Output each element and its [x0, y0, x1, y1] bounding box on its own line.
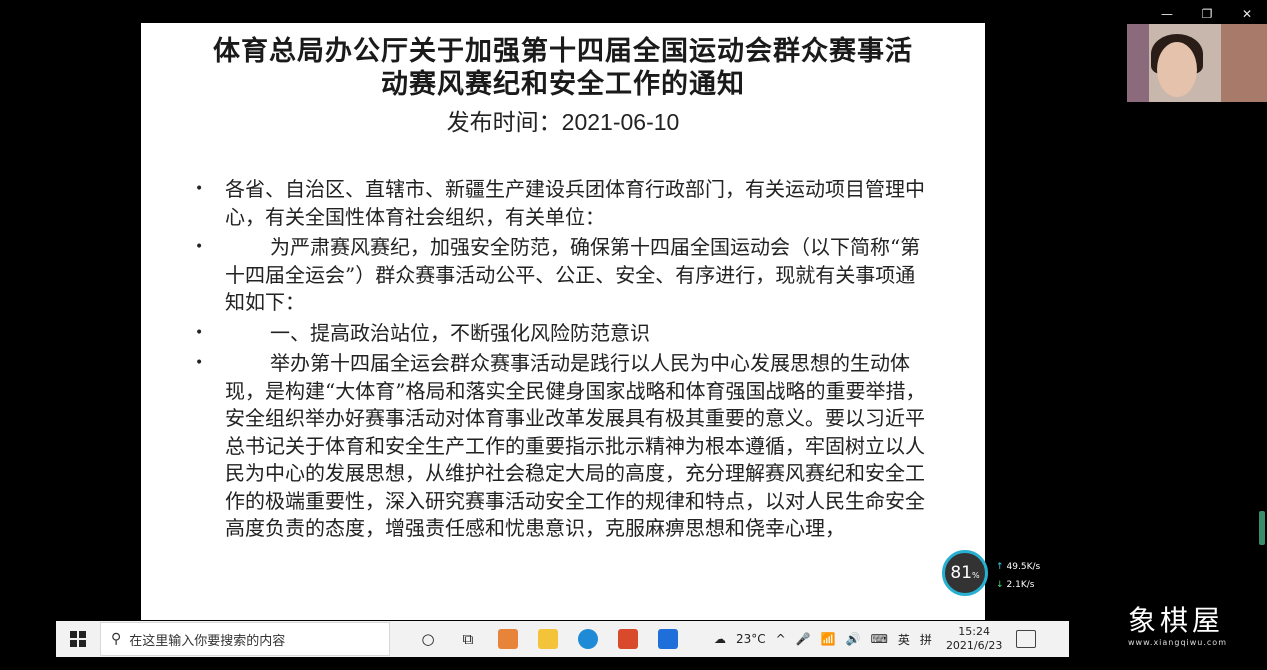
webcam-background-right	[1221, 24, 1267, 102]
taskbar-clock[interactable]: 15:24 2021/6/23	[946, 625, 1002, 653]
publish-date: 发布时间：2021-06-10	[141, 103, 985, 137]
network-speed-widget[interactable]: 81% ↑ 49.5K/s ↓ 2.1K/s	[942, 550, 1047, 602]
document-title: 体育总局办公厅关于加强第十四届全国运动会群众赛事活 动赛风赛纪和安全工作的通知	[141, 35, 985, 101]
start-button[interactable]	[56, 621, 100, 657]
ime-mode[interactable]: 拼	[920, 631, 932, 648]
paragraph-text: 为严肃赛风赛纪，加强安全防范，确保第十四届全国运动会（以下简称“第十四届全运会”…	[225, 235, 921, 314]
taskbar: ⚲ 在这里输入你要搜索的内容 ○ ⧉ ☁ 23°C ^ 🎤 📶 🔊 ⌨ 英 拼 …	[56, 621, 1069, 657]
multitask-icon[interactable]: ⧉	[448, 621, 488, 657]
close-icon[interactable]: ✕	[1232, 7, 1262, 21]
clock-time: 15:24	[958, 625, 990, 638]
clock-date: 2021/6/23	[945, 639, 1003, 652]
window-controls: — ❐ ✕	[1147, 6, 1267, 22]
upload-unit: K/s	[1026, 562, 1041, 572]
file-explorer-app-icon[interactable]	[528, 621, 568, 657]
memory-percent: 81	[950, 563, 973, 583]
publish-date-label: 发布时间：	[446, 110, 562, 136]
download-value: 2.1	[1006, 580, 1021, 590]
paragraph-text: 举办第十四届全运会群众赛事活动是践行以人民为中心发展思想的生动体现，是构建“大体…	[225, 351, 926, 540]
notice-body: • 各省、自治区、直辖市、新疆生产建设兵团体育行政部门，有关运动项目管理中心，有…	[191, 176, 931, 546]
temperature[interactable]: 23°C	[736, 632, 766, 646]
search-placeholder: 在这里输入你要搜索的内容	[129, 633, 286, 649]
memory-usage-ring: 81%	[942, 550, 988, 596]
bullet-icon: •	[195, 324, 204, 341]
meeting-app-icon[interactable]	[648, 621, 688, 657]
webcam-background	[1127, 24, 1149, 102]
document-title-line1: 体育总局办公厅关于加强第十四届全国运动会群众赛事活	[213, 36, 913, 67]
taskbar-search-box[interactable]: ⚲ 在这里输入你要搜索的内容	[100, 622, 390, 656]
keyboard-icon[interactable]: ⌨	[871, 632, 888, 646]
task-view-icon[interactable]: ○	[408, 621, 448, 657]
download-arrow-icon: ↓	[996, 580, 1004, 590]
search-icon: ⚲	[111, 631, 122, 647]
weather-icon[interactable]: ☁	[714, 632, 726, 646]
document-title-line2: 动赛风赛纪和安全工作的通知	[381, 69, 745, 100]
webcam-person-face	[1157, 42, 1197, 97]
restore-icon[interactable]: ❐	[1192, 7, 1222, 21]
windows-logo-icon	[70, 631, 86, 647]
paragraph-heading-one: • 一、提高政治站位，不断强化风险防范意识	[191, 320, 931, 348]
ime-language[interactable]: 英	[898, 631, 910, 648]
office-app-icon[interactable]	[608, 621, 648, 657]
microphone-icon[interactable]: 🎤	[796, 632, 811, 646]
system-tray: ☁ 23°C ^ 🎤 📶 🔊 ⌨ 英 拼	[714, 631, 942, 648]
video-player-app-icon[interactable]	[488, 621, 528, 657]
webcam-thumbnail[interactable]	[1127, 24, 1267, 102]
upload-value: 49.5	[1006, 562, 1027, 572]
taskbar-apps: ○ ⧉	[408, 621, 688, 657]
volume-icon[interactable]: 🔊	[846, 632, 861, 646]
notification-icon[interactable]	[1016, 630, 1037, 648]
paragraph-body: • 举办第十四届全运会群众赛事活动是践行以人民为中心发展思想的生动体现，是构建“…	[191, 350, 931, 543]
wifi-icon[interactable]: 📶	[821, 632, 836, 646]
upload-rate: ↑ 49.5K/s	[996, 562, 1040, 572]
bullet-icon: •	[195, 355, 204, 371]
download-unit: K/s	[1020, 580, 1035, 590]
shared-document: 体育总局办公厅关于加强第十四届全国运动会群众赛事活 动赛风赛纪和安全工作的通知 …	[141, 23, 985, 620]
watermark: 象棋屋 www.xiangqiwu.com	[1128, 604, 1227, 647]
watermark-url: www.xiangqiwu.com	[1128, 638, 1227, 647]
paragraph-text: 各省、自治区、直辖市、新疆生产建设兵团体育行政部门，有关运动项目管理中心，有关全…	[225, 177, 925, 229]
bullet-icon: •	[195, 239, 204, 255]
paragraph-addressees: • 各省、自治区、直辖市、新疆生产建设兵团体育行政部门，有关运动项目管理中心，有…	[191, 176, 931, 231]
memory-percent-unit: %	[972, 571, 980, 580]
bullet-icon: •	[195, 181, 204, 197]
publish-date-value: 2021-06-10	[561, 109, 680, 135]
paragraph-intro: • 为严肃赛风赛纪，加强安全防范，确保第十四届全国运动会（以下简称“第十四届全运…	[191, 234, 931, 317]
paragraph-text: 一、提高政治站位，不断强化风险防范意识	[270, 320, 650, 345]
minimize-icon[interactable]: —	[1152, 7, 1182, 21]
edge-browser-app-icon[interactable]	[568, 621, 608, 657]
watermark-logo: 象棋屋	[1128, 604, 1225, 637]
tray-chevron-icon[interactable]: ^	[776, 632, 786, 646]
download-rate: ↓ 2.1K/s	[996, 580, 1035, 590]
side-scroll-handle[interactable]	[1259, 511, 1265, 545]
upload-arrow-icon: ↑	[996, 562, 1004, 572]
